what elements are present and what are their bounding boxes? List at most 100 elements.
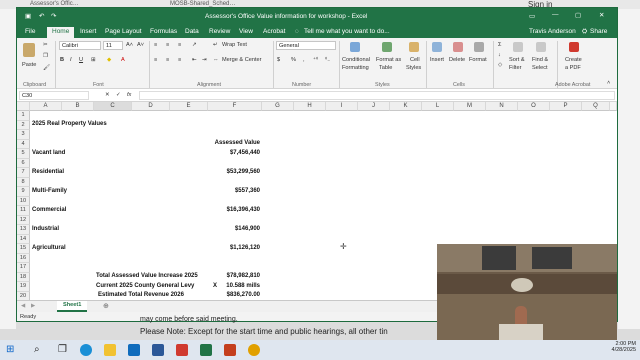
tab-file[interactable]: File: [25, 28, 35, 35]
align-bottom-icon[interactable]: ≡: [178, 42, 181, 48]
conditional-formatting-button[interactable]: Conditional: [342, 57, 370, 63]
orientation-icon[interactable]: ↗: [192, 42, 197, 48]
chrome-icon[interactable]: [248, 344, 260, 356]
clock[interactable]: 2:00 PM 4/28/2025: [600, 341, 636, 353]
currency-icon[interactable]: $: [277, 57, 280, 63]
column-header[interactable]: A: [30, 102, 62, 111]
vertical-scrollbar[interactable]: [610, 102, 617, 111]
row-header[interactable]: 19: [17, 282, 30, 292]
delete-cells-button[interactable]: Delete: [449, 57, 465, 63]
new-sheet-icon[interactable]: ⊕: [103, 302, 109, 310]
column-header[interactable]: N: [486, 102, 518, 111]
row-header[interactable]: 15: [17, 244, 30, 254]
fill-color-icon[interactable]: ◆: [107, 57, 111, 63]
meeting-video-overlay[interactable]: [437, 244, 617, 342]
tab-data[interactable]: Data: [185, 28, 199, 35]
column-header[interactable]: L: [422, 102, 454, 111]
cell-f6[interactable]: $53,299,560: [208, 168, 260, 178]
format-as-table-button[interactable]: Format as: [376, 57, 401, 63]
decrease-decimal-icon[interactable]: ⁰₋: [325, 57, 330, 63]
acrobat-icon[interactable]: [176, 344, 188, 356]
tab-review[interactable]: Review: [209, 28, 230, 35]
tab-page-layout[interactable]: Page Layout: [105, 28, 142, 35]
cell-a12[interactable]: Industrial: [32, 225, 59, 235]
row-header[interactable]: 4: [17, 139, 30, 149]
column-header[interactable]: Q: [582, 102, 610, 111]
percent-icon[interactable]: %: [291, 57, 296, 63]
column-header[interactable]: J: [358, 102, 390, 111]
scroll-sheets-right-icon[interactable]: ▶: [31, 303, 35, 309]
align-top-icon[interactable]: ≡: [154, 42, 157, 48]
row-header[interactable]: 12: [17, 215, 30, 225]
column-header[interactable]: P: [550, 102, 582, 111]
find-select-button[interactable]: Find &: [532, 57, 548, 63]
find-select-label[interactable]: Select: [532, 65, 548, 71]
format-cells-button[interactable]: Format: [469, 57, 487, 63]
column-header[interactable]: M: [454, 102, 486, 111]
edge-icon[interactable]: [80, 344, 92, 356]
row-header[interactable]: 16: [17, 253, 30, 263]
row-header[interactable]: 2: [17, 120, 30, 130]
bold-icon[interactable]: B: [60, 57, 64, 63]
sort-filter-label[interactable]: Filter: [509, 65, 521, 71]
wrap-text-button[interactable]: Wrap Text: [222, 42, 247, 48]
save-icon[interactable]: ▣: [25, 12, 31, 20]
cell-c18[interactable]: Current 2025 County General Levy: [96, 282, 194, 292]
start-icon[interactable]: ⊞: [6, 344, 14, 355]
wrap-text-icon[interactable]: ↵: [213, 42, 218, 48]
minimize-icon[interactable]: —: [552, 11, 559, 18]
underline-icon[interactable]: U: [79, 57, 83, 63]
decrease-indent-icon[interactable]: ⇤: [192, 57, 197, 63]
column-header[interactable]: D: [132, 102, 170, 111]
row-header[interactable]: 5: [17, 149, 30, 159]
outlook-icon[interactable]: [128, 344, 140, 356]
grow-font-icon[interactable]: A˄: [126, 42, 133, 48]
insert-cells-button[interactable]: Insert: [430, 57, 444, 63]
align-right-icon[interactable]: ≡: [178, 57, 181, 63]
column-header[interactable]: O: [518, 102, 550, 111]
cell-a14[interactable]: Agricultural: [32, 244, 66, 254]
close-icon[interactable]: ✕: [599, 11, 604, 19]
row-header[interactable]: 11: [17, 206, 30, 216]
row-header[interactable]: 7: [17, 168, 30, 178]
font-color-icon[interactable]: A: [121, 57, 125, 63]
row-header[interactable]: 1: [17, 111, 30, 121]
font-name-select[interactable]: Calibri: [59, 41, 101, 50]
cell-f4[interactable]: $7,456,440: [208, 149, 260, 159]
copy-icon[interactable]: ❐: [43, 53, 48, 59]
redo-icon[interactable]: ↷: [51, 12, 56, 20]
cell-styles-button[interactable]: Cell: [410, 57, 420, 63]
column-header[interactable]: F: [208, 102, 262, 111]
cell-styles-label[interactable]: Styles: [406, 65, 421, 71]
task-view-icon[interactable]: ❐: [58, 344, 67, 355]
cancel-icon[interactable]: ✕: [105, 92, 110, 98]
cell-f12[interactable]: $146,900: [208, 225, 260, 235]
row-header[interactable]: 17: [17, 263, 30, 273]
italic-icon[interactable]: I: [70, 57, 72, 63]
row-header[interactable]: 9: [17, 187, 30, 197]
tab-formulas[interactable]: Formulas: [150, 28, 177, 35]
tell-me-box[interactable]: Tell me what you want to do...: [304, 28, 390, 35]
tab-view[interactable]: View: [239, 28, 253, 35]
cell-f14[interactable]: $1,126,120: [208, 244, 260, 254]
tab-home[interactable]: Home: [47, 27, 75, 38]
cell-f10[interactable]: $16,396,430: [208, 206, 260, 216]
cell-f17[interactable]: $78,982,810: [208, 272, 260, 282]
column-header[interactable]: I: [326, 102, 358, 111]
create-pdf-label[interactable]: a PDF: [565, 65, 581, 71]
increase-decimal-icon[interactable]: ⁺⁰: [313, 57, 318, 63]
undo-icon[interactable]: ↶: [39, 12, 44, 20]
number-format-select[interactable]: General: [276, 41, 336, 50]
cell-f8[interactable]: $557,360: [208, 187, 260, 197]
paste-button[interactable]: Paste: [22, 62, 36, 68]
select-all-corner[interactable]: [17, 102, 30, 111]
sort-filter-button[interactable]: Sort &: [509, 57, 525, 63]
autosum-icon[interactable]: Σ: [498, 42, 501, 48]
tab-insert[interactable]: Insert: [80, 28, 96, 35]
row-header[interactable]: 6: [17, 158, 30, 168]
powerpoint-icon[interactable]: [224, 344, 236, 356]
collapse-ribbon-icon[interactable]: ˄: [607, 80, 610, 86]
font-size-select[interactable]: 11: [103, 41, 123, 50]
excel-icon[interactable]: [200, 344, 212, 356]
row-header[interactable]: 10: [17, 196, 30, 206]
